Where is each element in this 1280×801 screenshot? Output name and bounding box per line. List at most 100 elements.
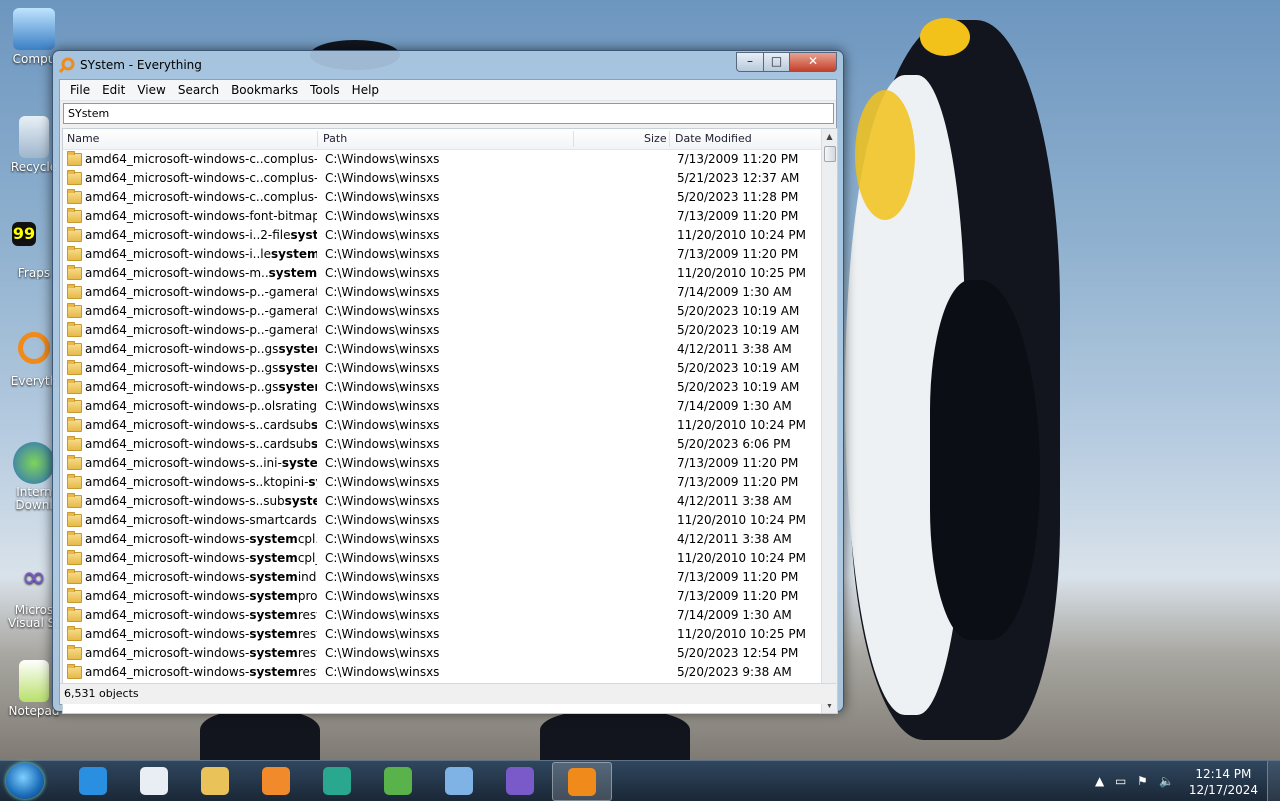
menu-tools[interactable]: Tools: [304, 83, 346, 97]
file-name: amd64_microsoft-windows-systemrestor...: [85, 646, 317, 660]
table-row[interactable]: amd64_microsoft-windows-font-bitmap-... C…: [63, 207, 823, 226]
minimize-button[interactable]: –: [736, 52, 764, 72]
table-row[interactable]: amd64_microsoft-windows-p..gssystems... C…: [63, 378, 823, 397]
taskbar-button[interactable]: [125, 762, 183, 799]
network-icon[interactable]: ▭: [1115, 774, 1126, 788]
table-row[interactable]: amd64_microsoft-windows-p..gssystems... C…: [63, 340, 823, 359]
column-separator[interactable]: [317, 131, 318, 147]
show-desktop-button[interactable]: [1267, 761, 1280, 801]
volume-icon[interactable]: 🔈: [1159, 774, 1174, 788]
table-row[interactable]: amd64_microsoft-windows-p..-gameratin...…: [63, 302, 823, 321]
file-name: amd64_microsoft-windows-p..-gameratin...: [85, 304, 317, 318]
folder-icon: [67, 341, 82, 356]
file-path: C:\Windows\winsxs: [325, 399, 440, 413]
title-bar[interactable]: SYstem - Everything – □ ✕: [53, 51, 843, 79]
table-row[interactable]: amd64_microsoft-windows-c..complus-e... C…: [63, 150, 823, 169]
show-hidden-icons-icon[interactable]: ▲: [1095, 774, 1104, 788]
file-date-modified: 5/20/2023 10:19 AM: [677, 323, 800, 337]
column-separator[interactable]: [573, 131, 574, 147]
table-row[interactable]: amd64_microsoft-windows-systemcpl.res...…: [63, 530, 823, 549]
menu-edit[interactable]: Edit: [96, 83, 131, 97]
file-name: amd64_microsoft-windows-systemrestor...: [85, 627, 317, 641]
file-path: C:\Windows\winsxs: [325, 646, 440, 660]
table-row[interactable]: amd64_microsoft-windows-systemrestor... C…: [63, 663, 823, 682]
column-header: Name Path Size Date Modified: [63, 129, 823, 150]
everything-window[interactable]: SYstem - Everything – □ ✕ File Edit View…: [52, 50, 844, 714]
notepad-icon: [140, 767, 168, 795]
menu-search[interactable]: Search: [172, 83, 225, 97]
table-row[interactable]: amd64_microsoft-windows-p..-gameratin...…: [63, 283, 823, 302]
clock-date: 12/17/2024: [1188, 783, 1258, 797]
file-path: C:\Windows\winsxs: [325, 456, 440, 470]
taskbar: ▲ ▭ ⚑ 🔈 12:14 PM 12/17/2024: [0, 760, 1280, 801]
download-manager-icon: [384, 767, 412, 795]
taskbar-button[interactable]: [247, 762, 305, 799]
column-separator[interactable]: [669, 131, 670, 147]
file-date-modified: 11/20/2010 10:25 PM: [677, 627, 806, 641]
clock[interactable]: 12:14 PM 12/17/2024: [1189, 766, 1258, 798]
taskbar-button[interactable]: [308, 762, 366, 799]
taskbar-button[interactable]: [64, 762, 122, 799]
fraps-icon: 99: [12, 222, 36, 246]
file-date-modified: 5/20/2023 10:19 AM: [677, 361, 800, 375]
globe-app-icon: [323, 767, 351, 795]
menu-help[interactable]: Help: [346, 83, 385, 97]
table-row[interactable]: amd64_microsoft-windows-systemproper... C…: [63, 587, 823, 606]
table-row[interactable]: amd64_microsoft-windows-systemrestor... C…: [63, 625, 823, 644]
table-row[interactable]: amd64_microsoft-windows-p..olsratingsy..…: [63, 397, 823, 416]
taskbar-button[interactable]: [369, 762, 427, 799]
table-row[interactable]: amd64_microsoft-windows-systemindexe... C…: [63, 568, 823, 587]
control-panel-icon: [445, 767, 473, 795]
table-row[interactable]: amd64_microsoft-windows-systemrestor... C…: [63, 606, 823, 625]
file-path: C:\Windows\winsxs: [325, 437, 440, 451]
file-name: amd64_microsoft-windows-s..cardsubsyst..…: [85, 418, 317, 432]
table-row[interactable]: amd64_microsoft-windows-c..complus-e... C…: [63, 169, 823, 188]
folder-icon: [67, 645, 82, 660]
table-row[interactable]: amd64_microsoft-windows-m..systemdat... C…: [63, 264, 823, 283]
folder-icon: [67, 417, 82, 432]
table-row[interactable]: amd64_microsoft-windows-p..gssystems... C…: [63, 359, 823, 378]
table-row[interactable]: amd64_microsoft-windows-s..ini-systemt..…: [63, 454, 823, 473]
maximize-button[interactable]: □: [763, 52, 790, 72]
start-button[interactable]: [6, 763, 44, 799]
action-center-flag-icon[interactable]: ⚑: [1137, 774, 1148, 788]
column-name-header[interactable]: Name: [67, 132, 99, 145]
menu-view[interactable]: View: [131, 83, 171, 97]
file-date-modified: 4/12/2011 3:38 AM: [677, 532, 792, 546]
vertical-scrollbar[interactable]: ▲ ▼: [821, 129, 837, 713]
close-button[interactable]: ✕: [789, 52, 837, 72]
menu-file[interactable]: File: [64, 83, 96, 97]
table-row[interactable]: amd64_microsoft-windows-c..complus-e... C…: [63, 188, 823, 207]
table-row[interactable]: amd64_microsoft-windows-s..subsystem....…: [63, 492, 823, 511]
taskbar-button[interactable]: [186, 762, 244, 799]
table-row[interactable]: amd64_microsoft-windows-s..ktopini-syst.…: [63, 473, 823, 492]
table-row[interactable]: amd64_microsoft-windows-systemcpl_31... C…: [63, 549, 823, 568]
taskbar-button[interactable]: [552, 762, 612, 801]
table-row[interactable]: amd64_microsoft-windows-p..-gameratin...…: [63, 321, 823, 340]
column-date-header[interactable]: Date Modified: [675, 132, 752, 145]
file-path: C:\Windows\winsxs: [325, 513, 440, 527]
menu-bookmarks[interactable]: Bookmarks: [225, 83, 304, 97]
file-name: amd64_microsoft-windows-s..ini-systemt..…: [85, 456, 317, 470]
column-size-header[interactable]: Size: [644, 132, 667, 145]
table-row[interactable]: amd64_microsoft-windows-systemrestor... C…: [63, 644, 823, 663]
table-row[interactable]: amd64_microsoft-windows-smartcardsub... C…: [63, 511, 823, 530]
taskbar-button[interactable]: [430, 762, 488, 799]
file-name: amd64_microsoft-windows-p..-gameratin...: [85, 285, 317, 299]
search-input[interactable]: [64, 104, 834, 123]
column-path-header[interactable]: Path: [323, 132, 347, 145]
table-row[interactable]: amd64_microsoft-windows-i..2-filesyste..…: [63, 226, 823, 245]
menu-bar: File Edit View Search Bookmarks Tools He…: [60, 80, 836, 101]
results-list[interactable]: Name Path Size Date Modified amd64_micro…: [62, 128, 838, 714]
table-row[interactable]: amd64_microsoft-windows-s..cardsubsyst..…: [63, 435, 823, 454]
table-row[interactable]: amd64_microsoft-windows-i..lesystemsu...…: [63, 245, 823, 264]
table-row[interactable]: amd64_microsoft-windows-s..cardsubsyst..…: [63, 416, 823, 435]
file-name: amd64_microsoft-windows-systemindexe...: [85, 570, 317, 584]
file-path: C:\Windows\winsxs: [325, 380, 440, 394]
file-name: amd64_microsoft-windows-systemcpl_31...: [85, 551, 317, 565]
scroll-up-arrow-icon[interactable]: ▲: [822, 129, 837, 145]
scroll-thumb[interactable]: [824, 146, 836, 162]
taskbar-button[interactable]: [491, 762, 549, 799]
search-box[interactable]: [63, 103, 834, 124]
file-path: C:\Windows\winsxs: [325, 342, 440, 356]
